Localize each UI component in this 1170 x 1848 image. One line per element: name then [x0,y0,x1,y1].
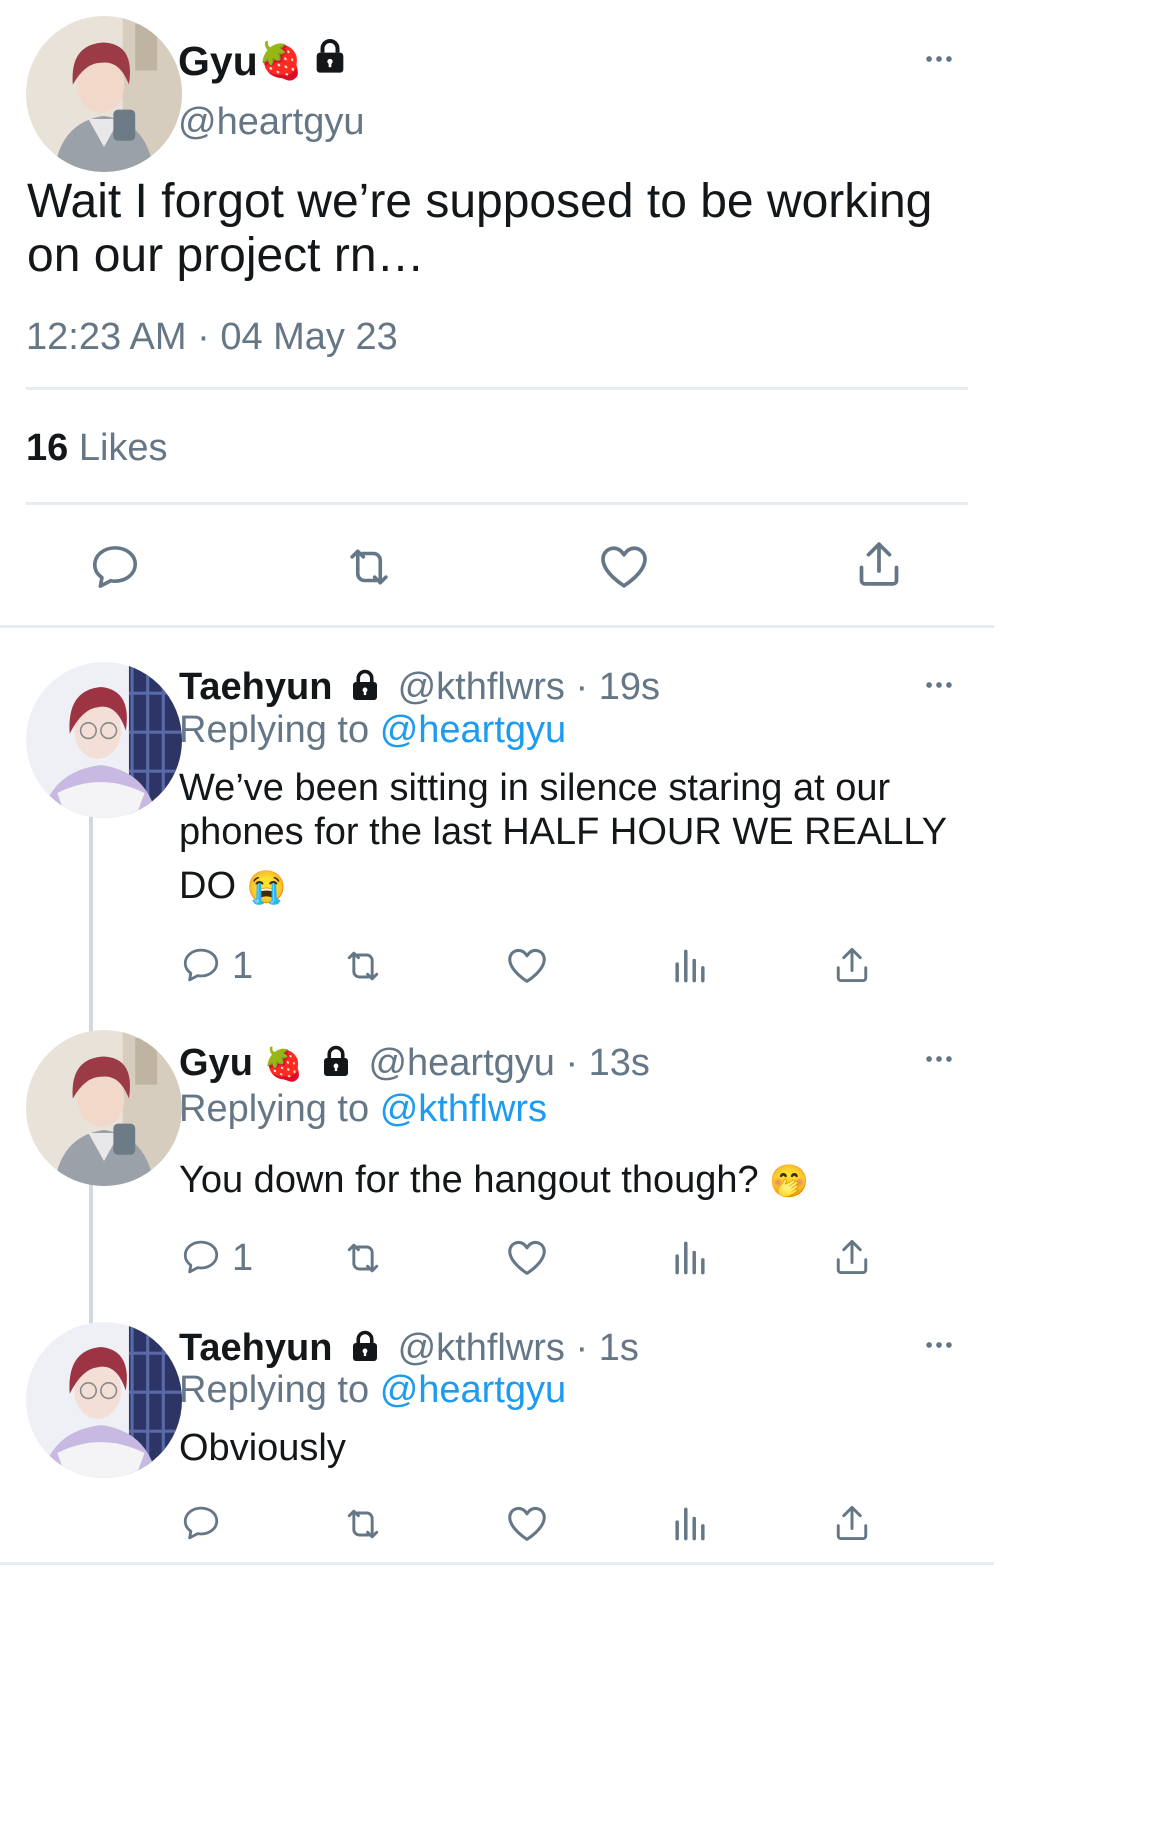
replying-handle-link[interactable]: @kthflwrs [380,1088,547,1130]
share-icon[interactable] [830,1500,874,1546]
lock-icon [347,1328,383,1364]
reply-icon[interactable] [180,1236,222,1278]
share-icon[interactable] [830,1234,874,1280]
avatar-gyu[interactable] [26,16,182,172]
replying-to: Replying to @kthflwrs [179,1087,547,1131]
like-icon[interactable] [504,1500,550,1546]
reply-display-name[interactable]: Taehyun [179,1327,332,1369]
replying-handle-link[interactable]: @heartgyu [380,1369,566,1411]
strawberry-emoji: 🍓 [258,40,303,81]
like-icon[interactable] [596,538,652,594]
likes-count: 16 [26,427,69,469]
reply-display-name[interactable]: Taehyun [179,666,332,708]
divider [26,502,968,505]
main-tweet-text: Wait I forgot we’re supposed to be worki… [27,175,932,283]
lock-icon [310,36,350,76]
more-horizontal-icon[interactable] [920,1042,958,1076]
reply-text-line-1: We’ve been sitting in silence staring at… [179,767,891,809]
reply-header: Taehyun @kthflwrs · 19s [179,664,660,710]
retweet-icon[interactable] [340,944,386,988]
reply-display-name[interactable]: Gyu [179,1042,253,1084]
main-timestamp[interactable]: 12:23 AM · 04 May 23 [26,315,398,359]
share-icon[interactable] [851,536,907,592]
reply-icon[interactable] [88,540,142,594]
replying-prefix: Replying to [179,1369,370,1411]
reply-icon[interactable] [180,944,222,986]
reply-text-line-1: Obviously [179,1427,346,1469]
likes-label: Likes [78,427,168,469]
reply-text: We’ve been sitting in silence staring at… [179,766,947,909]
replying-to: Replying to @heartgyu [179,1368,566,1412]
lock-icon [318,1043,354,1079]
retweet-icon[interactable] [340,1236,386,1280]
share-icon[interactable] [830,942,874,988]
more-horizontal-icon[interactable] [920,1328,958,1362]
more-horizontal-icon[interactable] [920,668,958,702]
avatar-taehyun[interactable] [26,1322,182,1478]
reply-meta[interactable]: @kthflwrs · 1s [398,1327,639,1369]
crying-emoji: 😭 [246,869,287,905]
main-tweet-text-line-2: on our project rn… [27,229,425,282]
more-horizontal-icon[interactable] [920,42,958,76]
main-display-name[interactable]: Gyu [178,38,258,84]
reply-icon[interactable] [180,1502,222,1544]
retweet-icon[interactable] [341,540,397,594]
reply-text-line-3: DO 😭 [179,864,947,909]
reply-header: Gyu 🍓 @heartgyu · 13s [179,1040,650,1087]
replying-handle-link[interactable]: @heartgyu [380,709,566,751]
hand-over-mouth-emoji: 🤭 [769,1163,810,1199]
like-icon[interactable] [504,942,550,988]
reply-count: 1 [232,945,254,987]
avatar-taehyun[interactable] [26,662,182,818]
strawberry-emoji: 🍓 [263,1046,304,1082]
replying-prefix: Replying to [179,709,370,751]
retweet-icon[interactable] [340,1502,386,1546]
reply-count: 1 [232,1237,254,1279]
section-divider [0,625,994,628]
avatar-gyu[interactable] [26,1030,182,1186]
bottom-divider [0,1562,994,1565]
replying-to: Replying to @heartgyu [179,708,566,752]
reply-meta[interactable]: @heartgyu · 13s [368,1042,650,1084]
reply-text-line-2: phones for the last HALF HOUR WE REALLY [179,811,948,853]
reply-text: You down for the hangout though? 🤭 [179,1158,809,1203]
divider [26,387,968,390]
main-tweet-text-line-1: Wait I forgot we’re supposed to be worki… [27,175,933,228]
reply-meta[interactable]: @kthflwrs · 19s [398,666,660,708]
stats-icon[interactable] [668,1236,712,1280]
reply-header: Taehyun @kthflwrs · 1s [179,1325,639,1371]
lock-icon [347,667,383,703]
reply-text-line-1: You down for the hangout though? [179,1159,759,1201]
likes-summary[interactable]: 16 Likes [26,426,168,470]
main-handle[interactable]: @heartgyu [178,100,364,144]
like-icon[interactable] [504,1234,550,1280]
replying-prefix: Replying to [179,1088,370,1130]
reply-text-line-3-text: DO [179,865,236,907]
stats-icon[interactable] [668,1502,712,1546]
stats-icon[interactable] [668,944,712,988]
